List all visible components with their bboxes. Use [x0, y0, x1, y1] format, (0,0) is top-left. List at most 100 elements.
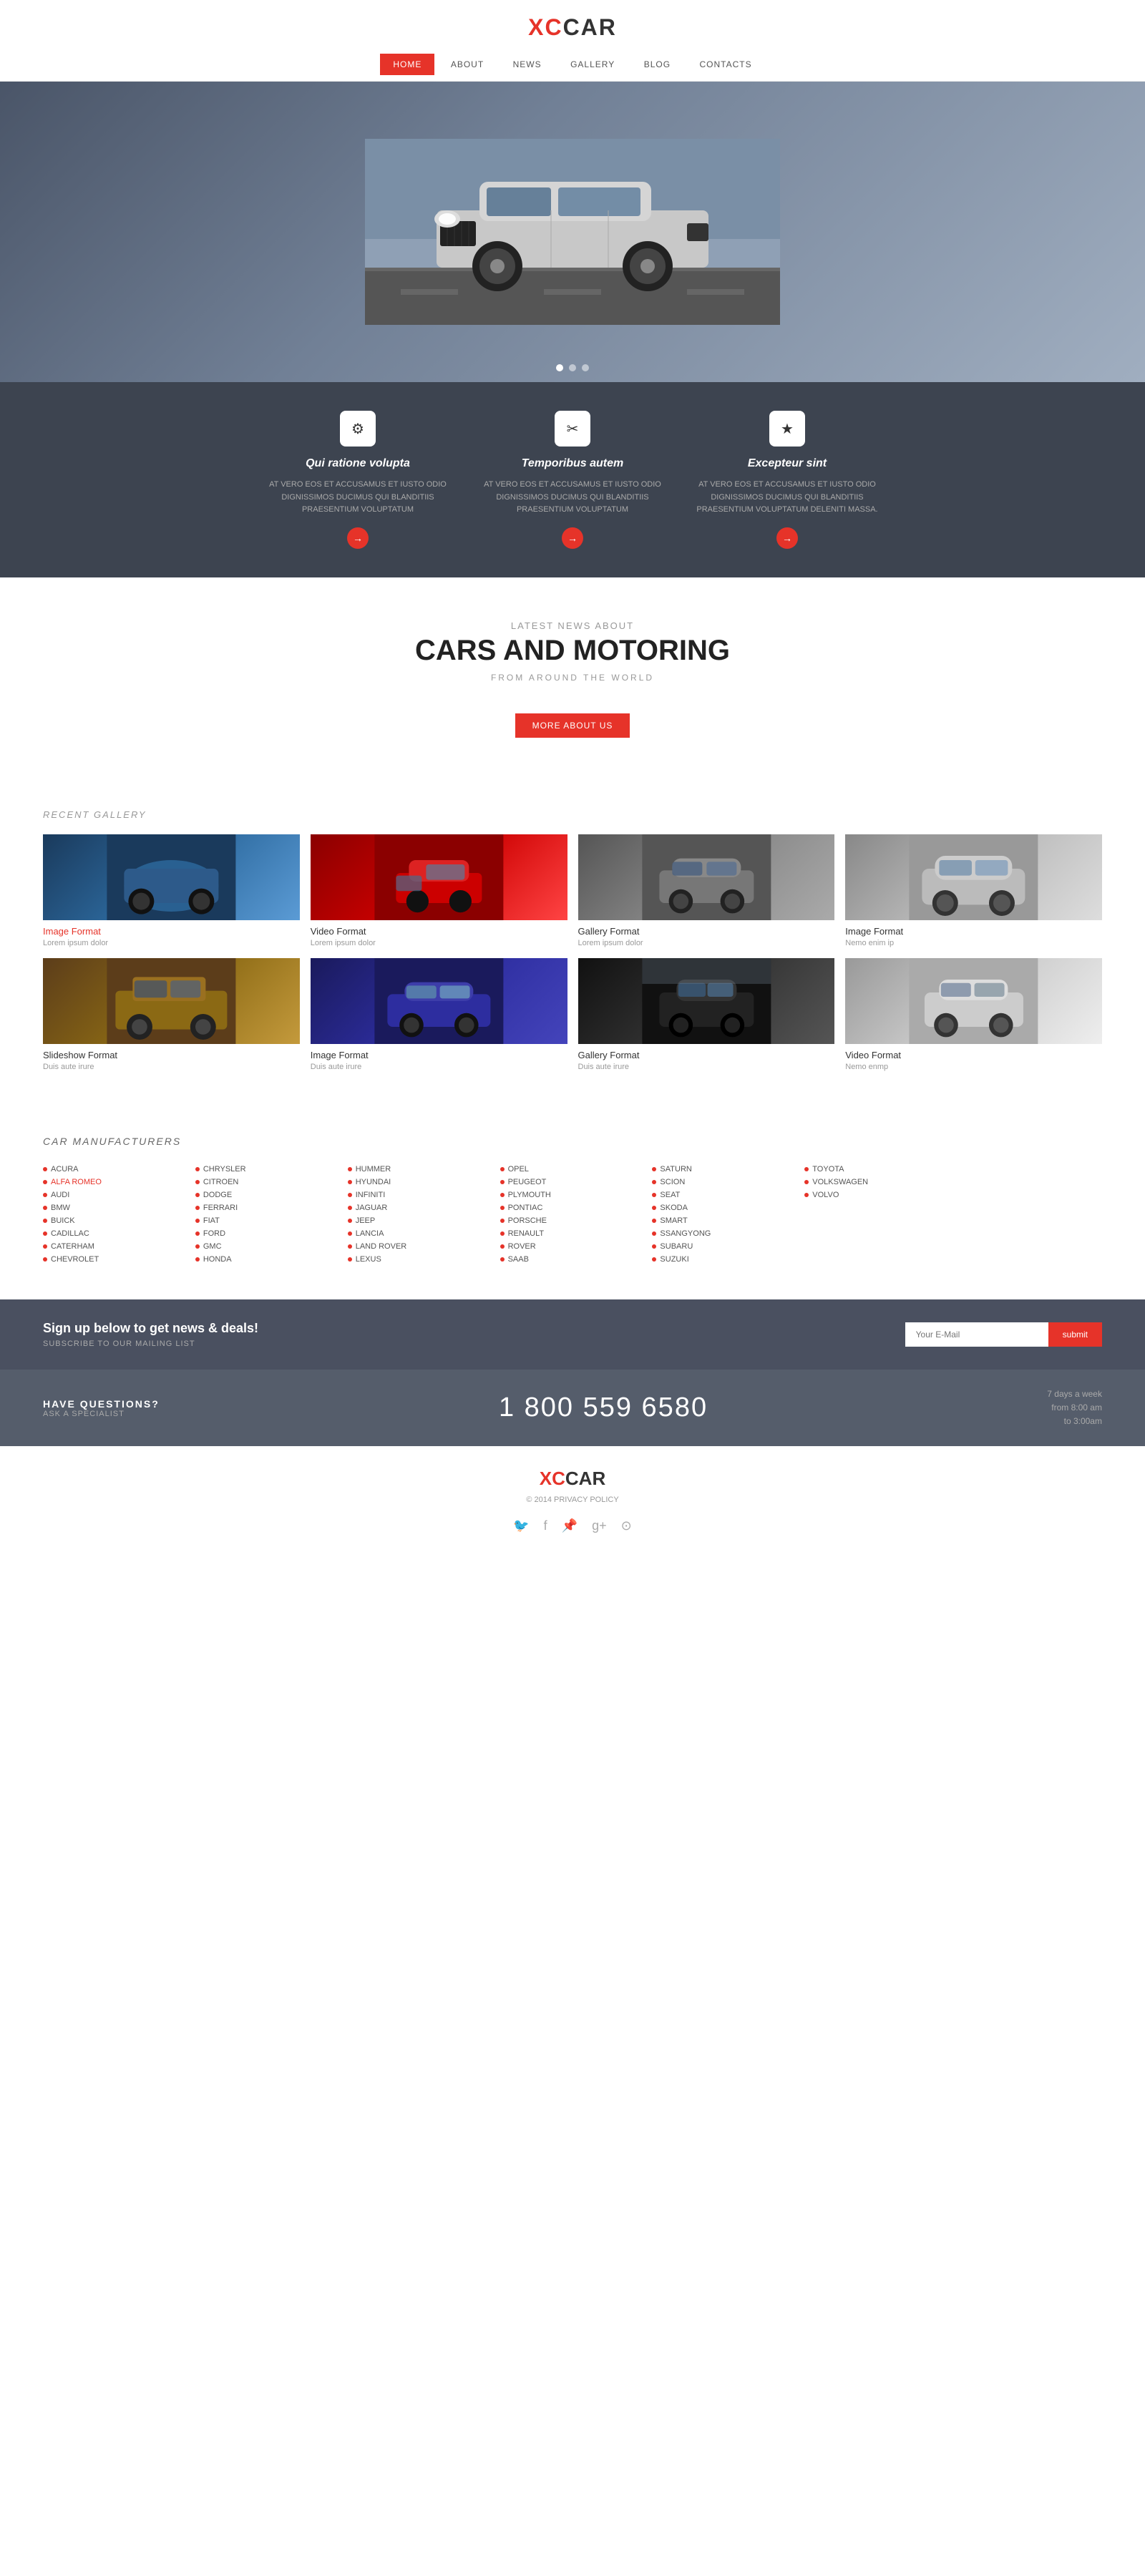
brand-item: SATURN [652, 1165, 797, 1174]
footer-logo-car: CAR [565, 1468, 605, 1489]
feature-3-title: Excepteur sint [694, 457, 880, 470]
brand-dot [195, 1244, 200, 1249]
brand-item: DODGE [195, 1191, 341, 1199]
footer-logo: XCCAR [14, 1468, 1131, 1490]
brand-name: ROVER [508, 1242, 536, 1251]
gallery-thumb-4[interactable] [845, 834, 1102, 920]
brand-item: JEEP [348, 1216, 493, 1225]
newsletter-email-input[interactable] [905, 1322, 1048, 1347]
feature-2-button[interactable]: → [562, 527, 583, 549]
newsletter-section: Sign up below to get news & deals! SUBSC… [0, 1299, 1145, 1370]
hero-dot-2[interactable] [569, 364, 576, 371]
nav-blog[interactable]: BLOG [631, 54, 683, 75]
hero-dot-3[interactable] [582, 364, 589, 371]
brand-name: FORD [203, 1229, 225, 1238]
pinterest-icon[interactable]: 📌 [562, 1518, 578, 1533]
feature-3-button[interactable]: → [776, 527, 798, 549]
brand-name: GMC [203, 1242, 222, 1251]
brand-dot [500, 1193, 505, 1197]
brand-dot [43, 1231, 47, 1236]
gallery-thumb-5[interactable] [43, 958, 300, 1044]
brand-dot [348, 1167, 352, 1171]
brand-item: FORD [195, 1229, 341, 1238]
news-label: LATEST NEWS ABOUT [14, 620, 1131, 631]
nav-gallery[interactable]: GALLERY [557, 54, 628, 75]
gallery-item-3: Gallery Format Lorem ipsum dolor [578, 834, 835, 947]
brand-item: CADILLAC [43, 1229, 188, 1238]
brand-dot [348, 1231, 352, 1236]
brand-name: ALFA ROMEO [51, 1178, 102, 1186]
feature-2-icon: ✂ [555, 411, 590, 447]
brand-name: JAGUAR [356, 1204, 388, 1212]
brand-dot [43, 1180, 47, 1184]
twitter-icon[interactable]: 🐦 [513, 1518, 529, 1533]
brand-name: SSANGYONG [660, 1229, 711, 1238]
nav-contacts[interactable]: CONTACTS [687, 54, 765, 75]
gallery-item-6: Image Format Duis aute irure [311, 958, 567, 1071]
brand-item: VOLKSWAGEN [804, 1178, 950, 1186]
brand-dot [500, 1231, 505, 1236]
brand-dot [348, 1206, 352, 1210]
hero-dot-1[interactable] [556, 364, 563, 371]
gallery-item-1: Image Format Lorem ipsum dolor [43, 834, 300, 947]
gallery-thumb-1[interactable] [43, 834, 300, 920]
gallery-thumb-7[interactable] [578, 958, 835, 1044]
brand-item: ROVER [500, 1242, 645, 1251]
gallery-thumb-6[interactable] [311, 958, 567, 1044]
logo-xc: XC [528, 14, 562, 40]
brand-item: LEXUS [348, 1255, 493, 1264]
brand-dot [652, 1257, 656, 1262]
more-about-us-button[interactable]: MORE ABOUT US [515, 713, 630, 738]
gallery-thumb-8[interactable] [845, 958, 1102, 1044]
footer-logo-xc: XC [540, 1468, 565, 1489]
feature-1-icon: ⚙ [340, 411, 376, 447]
brand-dot [43, 1193, 47, 1197]
brand-empty [957, 1178, 1102, 1186]
github-icon[interactable]: ⊙ [621, 1518, 632, 1533]
facebook-icon[interactable]: f [544, 1518, 547, 1533]
gallery-section: RECENT GALLERY Image Format Lorem ipsum … [0, 781, 1145, 1100]
brand-item: VOLVO [804, 1191, 950, 1199]
brand-name: SMART [660, 1216, 687, 1225]
header: XCCAR HOME ABOUT NEWS GALLERY BLOG CONTA… [0, 0, 1145, 82]
newsletter-submit-button[interactable]: submit [1048, 1322, 1102, 1347]
brand-dot [348, 1180, 352, 1184]
brand-dot [500, 1167, 505, 1171]
brand-name: FIAT [203, 1216, 220, 1225]
brand-dot [652, 1167, 656, 1171]
logo-car: CAR [563, 14, 617, 40]
hero-pagination [556, 364, 589, 371]
brand-dot [195, 1167, 200, 1171]
brand-name: SUZUKI [660, 1255, 688, 1264]
nav-news[interactable]: NEWS [500, 54, 555, 75]
brand-dot [43, 1244, 47, 1249]
brand-item: FERRARI [195, 1204, 341, 1212]
brand-name: LAND ROVER [356, 1242, 407, 1251]
nav-about[interactable]: ABOUT [438, 54, 497, 75]
nav-home[interactable]: HOME [380, 54, 434, 75]
contact-label-2: ASK A SPECIALIST [43, 1410, 160, 1418]
gallery-item-6-caption: Duis aute irure [311, 1063, 567, 1071]
brand-dot [500, 1219, 505, 1223]
gallery-thumb-3[interactable] [578, 834, 835, 920]
google-plus-icon[interactable]: g+ [592, 1518, 607, 1533]
brand-dot [43, 1167, 47, 1171]
brand-item: BMW [43, 1204, 188, 1212]
brand-name: INFINITI [356, 1191, 386, 1199]
brand-name: HYUNDAI [356, 1178, 391, 1186]
brand-name: CHEVROLET [51, 1255, 99, 1264]
brand-dot [195, 1193, 200, 1197]
gallery-thumb-2[interactable] [311, 834, 567, 920]
brand-name: JEEP [356, 1216, 376, 1225]
brand-item: ALFA ROMEO [43, 1178, 188, 1186]
brand-item: AUDI [43, 1191, 188, 1199]
brand-name: PLYMOUTH [508, 1191, 551, 1199]
brand-item: PLYMOUTH [500, 1191, 645, 1199]
brand-item: CITROEN [195, 1178, 341, 1186]
feature-1-button[interactable]: → [347, 527, 369, 549]
brand-item: SSANGYONG [652, 1229, 797, 1238]
footer-social: 🐦 f 📌 g+ ⊙ [14, 1518, 1131, 1533]
brand-dot [348, 1257, 352, 1262]
brand-item: LAND ROVER [348, 1242, 493, 1251]
brand-item: RENAULT [500, 1229, 645, 1238]
